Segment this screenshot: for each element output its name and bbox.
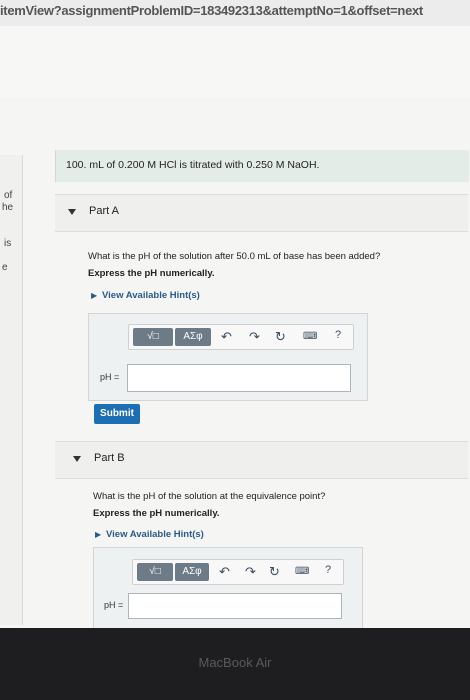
url-text: itemView?assignmentProblemID=183492313&a… [0,3,423,18]
part-a-math-toolbar: √□ ΑΣφ ↶ ↷ ↻ ⌨ ? [128,324,354,350]
collapse-triangle-icon[interactable] [73,456,81,462]
part-b-math-toolbar: √□ ΑΣφ ↶ ↷ ↻ ⌨ ? [132,559,344,585]
edge-text-3: is [4,238,12,249]
part-b-hint-link[interactable]: View Available Hint(s) [106,529,204,540]
problem-statement: 100. mL of 0.200 M HCl is titrated with … [66,159,320,171]
part-b-ph-label: pH = [104,600,124,610]
redo-icon[interactable]: ↷ [245,564,256,580]
part-b-header[interactable]: Part B [55,441,468,479]
template-button[interactable]: √□ [137,563,173,581]
reset-icon[interactable]: ↻ [275,329,286,345]
redo-icon[interactable]: ↷ [249,329,260,345]
part-a-title: Part A [89,205,119,217]
problem-statement-box: 100. mL of 0.200 M HCl is titrated with … [55,150,469,182]
reset-icon[interactable]: ↻ [269,564,280,580]
help-icon[interactable]: ? [335,329,341,341]
part-b-question: What is the pH of the solution at the eq… [93,491,326,502]
symbols-button[interactable]: ΑΣφ [175,328,211,346]
browser-url-bar[interactable]: itemView?assignmentProblemID=183492313&a… [0,0,470,26]
laptop-brand-label: MacBook Air [198,655,272,670]
keyboard-icon[interactable]: ⌨ [295,566,309,577]
keyboard-icon[interactable]: ⌨ [303,331,317,342]
part-b-title: Part B [94,452,125,464]
template-button[interactable]: √□ [133,328,173,346]
undo-icon[interactable]: ↶ [221,329,232,345]
part-b-ph-input[interactable] [128,593,342,619]
collapse-triangle-icon[interactable] [68,209,76,215]
edge-text-4: e [2,262,8,273]
page-header-area [0,26,470,99]
hint-arrow-icon: ▶ [91,291,98,300]
undo-icon[interactable]: ↶ [219,564,230,580]
part-a-ph-label: pH = [100,372,120,382]
symbols-button[interactable]: ΑΣφ [175,563,209,581]
edge-text-2: he [2,202,14,213]
part-a-submit-button[interactable]: Submit [94,404,140,424]
part-a-instruction: Express the pH numerically. [88,268,215,279]
part-b-instruction: Express the pH numerically. [93,508,220,519]
part-a-hint-link[interactable]: View Available Hint(s) [102,290,200,301]
part-a-header[interactable]: Part A [55,194,468,232]
left-panel-edge: of he is e [0,155,23,625]
help-icon[interactable]: ? [325,564,331,576]
hint-arrow-icon: ▶ [95,530,102,539]
part-a-question: What is the pH of the solution after 50.… [88,251,381,262]
edge-text-1: of [4,190,13,201]
part-a-ph-input[interactable] [127,364,351,392]
